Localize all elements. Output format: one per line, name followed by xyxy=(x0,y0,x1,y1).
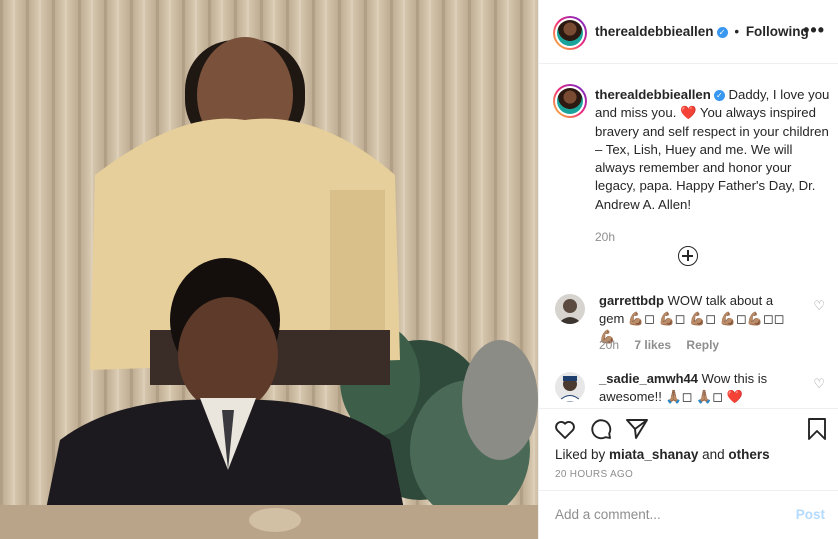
likes-prefix: Liked by xyxy=(555,447,610,462)
comment-like-icon[interactable]: ♡ xyxy=(813,298,825,314)
instagram-post-view: therealdebbieallen ✓ • Following ••• ther… xyxy=(0,0,838,539)
comment-item: _sadie_amwh44 Wow this is awesome!! 🙏🏽◻ … xyxy=(555,370,825,408)
caption-username[interactable]: therealdebbieallen xyxy=(595,87,711,102)
header-title-row: therealdebbieallen ✓ • Following xyxy=(595,24,809,39)
vintage-photo-illustration xyxy=(0,0,538,539)
comment-username[interactable]: garrettbdp xyxy=(599,293,664,308)
caption-avatar[interactable] xyxy=(553,84,587,118)
add-comment-bar: Add a comment... Post xyxy=(539,490,838,539)
comment-like-icon[interactable]: ♡ xyxy=(813,376,825,392)
post-caption: therealdebbieallen ✓ Daddy, I love you an… xyxy=(595,86,831,246)
post-actions: Liked by miata_shanay and others 20 HOUR… xyxy=(539,408,838,480)
author-username[interactable]: therealdebbieallen xyxy=(595,24,714,39)
comment-meta: 20h 7 likes Reply xyxy=(599,338,719,352)
comment-time[interactable]: 20h xyxy=(599,338,619,352)
comment-reply-button[interactable]: Reply xyxy=(686,338,719,352)
verified-badge-icon: ✓ xyxy=(716,27,728,38)
share-icon[interactable] xyxy=(625,417,649,441)
follow-status-button[interactable]: Following xyxy=(746,24,809,39)
commenter-avatar[interactable] xyxy=(555,294,585,324)
comment-username[interactable]: _sadie_amwh44 xyxy=(599,371,698,386)
likes-summary: Liked by miata_shanay and others xyxy=(555,447,770,462)
load-more-icon[interactable] xyxy=(678,246,698,266)
author-avatar[interactable] xyxy=(553,16,587,50)
separator-dot: • xyxy=(734,24,740,39)
more-options-icon[interactable]: ••• xyxy=(803,20,825,41)
comment-icon[interactable] xyxy=(589,417,613,441)
likes-others-link[interactable]: others xyxy=(728,447,769,462)
caption-text: Daddy, I love you and miss you. ❤️ You a… xyxy=(595,87,830,212)
liked-by-user[interactable]: miata_shanay xyxy=(609,447,698,462)
add-comment-input[interactable]: Add a comment... xyxy=(555,507,661,522)
comments-section[interactable]: therealdebbieallen ✓ Daddy, I love you an… xyxy=(539,64,838,408)
commenter-avatar[interactable] xyxy=(555,372,585,402)
posted-ago[interactable]: 20 HOURS AGO xyxy=(555,469,633,480)
comment-likes-count[interactable]: 7 likes xyxy=(634,338,671,352)
post-sidebar: therealdebbieallen ✓ • Following ••• ther… xyxy=(538,0,838,539)
likes-middle: and xyxy=(698,447,729,462)
verified-badge-icon: ✓ xyxy=(713,90,725,101)
post-header: therealdebbieallen ✓ • Following ••• xyxy=(539,0,838,64)
heart-icon[interactable] xyxy=(553,417,577,441)
post-photo[interactable] xyxy=(0,0,538,539)
comment-text: _sadie_amwh44 Wow this is awesome!! 🙏🏽◻ … xyxy=(599,370,799,406)
caption-time[interactable]: 20h xyxy=(595,228,831,246)
bookmark-icon[interactable] xyxy=(805,417,829,441)
post-comment-button[interactable]: Post xyxy=(796,507,825,522)
comment-item: garrettbdp WOW talk about a gem 💪🏽◻ 💪🏽◻ … xyxy=(555,292,825,356)
